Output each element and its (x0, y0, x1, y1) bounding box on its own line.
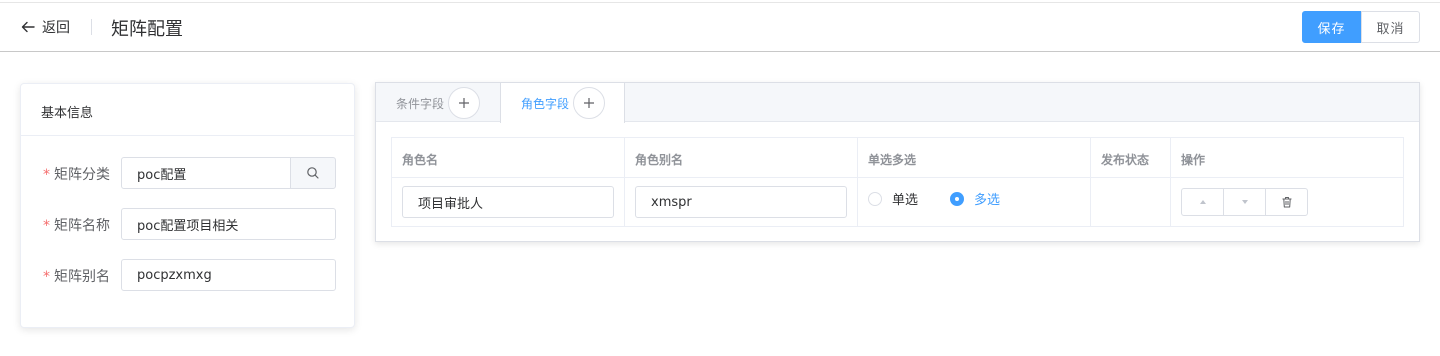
radio-multiple[interactable]: 多选 (950, 189, 1000, 208)
radio-single-circle (868, 191, 882, 206)
header-role-name: 角色名 (392, 138, 624, 178)
radio-multiple-circle (950, 191, 964, 206)
move-up-button[interactable] (1181, 188, 1224, 216)
basic-info-title: 基本信息 (21, 84, 354, 136)
matrix-category-search-button[interactable] (290, 157, 336, 189)
column-select-mode: 单选多选 单选 多选 (858, 138, 1091, 226)
back-label: 返回 (42, 20, 70, 36)
column-role-name: 角色名 项目审批人 (392, 138, 625, 226)
matrix-category-row: * 矩阵分类 poc配置 (21, 157, 356, 189)
role-alias-input[interactable]: xmspr (635, 186, 847, 218)
matrix-name-row: * 矩阵名称 poc配置项目相关 (21, 208, 356, 240)
column-actions: 操作 (1171, 138, 1403, 226)
header-publish-status: 发布状态 (1091, 138, 1170, 178)
required-mark: * (43, 167, 50, 183)
caret-up-icon (1199, 200, 1206, 204)
matrix-category-label: 矩阵分类 (54, 167, 110, 183)
basic-info-card: 基本信息 * 矩阵分类 poc配置 * 矩阵名称 poc配置项目相关 * 矩阵别名 p… (20, 83, 355, 328)
fields-tabs: 条件字段 角色字段 角色名 项目审批人 角色别名 xmspr 单选多选 单选 多… (375, 82, 1420, 242)
radio-single[interactable]: 单选 (868, 189, 918, 208)
add-condition-field-button[interactable] (448, 87, 481, 119)
delete-button[interactable] (1265, 188, 1308, 216)
matrix-name-input[interactable]: poc配置项目相关 (121, 208, 336, 240)
plus-icon (459, 98, 470, 108)
matrix-category-input[interactable]: poc配置 (121, 157, 291, 189)
add-role-field-button[interactable] (573, 87, 606, 119)
column-role-alias: 角色别名 xmspr (625, 138, 858, 226)
trash-icon (1282, 197, 1291, 208)
tab-role-fields-label: 角色字段 (521, 96, 570, 111)
save-button[interactable]: 保存 (1302, 11, 1361, 43)
role-fields-table: 角色名 项目审批人 角色别名 xmspr 单选多选 单选 多选 发布状态 操作 (391, 137, 1404, 227)
radio-single-label: 单选 (892, 193, 919, 208)
role-name-input[interactable]: 项目审批人 (402, 186, 614, 218)
tab-condition-fields[interactable]: 条件字段 (396, 83, 481, 123)
column-publish-status: 发布状态 (1091, 138, 1171, 226)
plus-icon (584, 98, 595, 108)
matrix-name-label: 矩阵名称 (54, 218, 110, 234)
header-select-mode: 单选多选 (858, 138, 1090, 178)
move-down-button[interactable] (1223, 188, 1266, 216)
header-role-alias: 角色别名 (625, 138, 857, 178)
required-mark: * (43, 218, 50, 234)
required-mark: * (43, 269, 50, 285)
tab-role-fields[interactable]: 角色字段 (500, 83, 625, 123)
header-divider (91, 19, 92, 35)
page-header: 返回 矩阵配置 保存 取消 (0, 3, 1440, 52)
cancel-button[interactable]: 取消 (1361, 11, 1420, 43)
tab-condition-fields-label: 条件字段 (396, 96, 445, 111)
matrix-alias-row: * 矩阵别名 pocpzxmxg (21, 259, 356, 291)
row-actions (1181, 188, 1308, 216)
page-title: 矩阵配置 (111, 19, 183, 40)
radio-multiple-label: 多选 (974, 193, 1001, 208)
matrix-alias-label: 矩阵别名 (54, 269, 110, 285)
caret-down-icon (1241, 200, 1248, 204)
search-icon (307, 167, 319, 179)
header-actions: 操作 (1171, 138, 1403, 178)
arrow-left-icon (21, 21, 35, 33)
matrix-alias-input[interactable]: pocpzxmxg (121, 259, 336, 291)
back-button[interactable]: 返回 (20, 17, 70, 37)
